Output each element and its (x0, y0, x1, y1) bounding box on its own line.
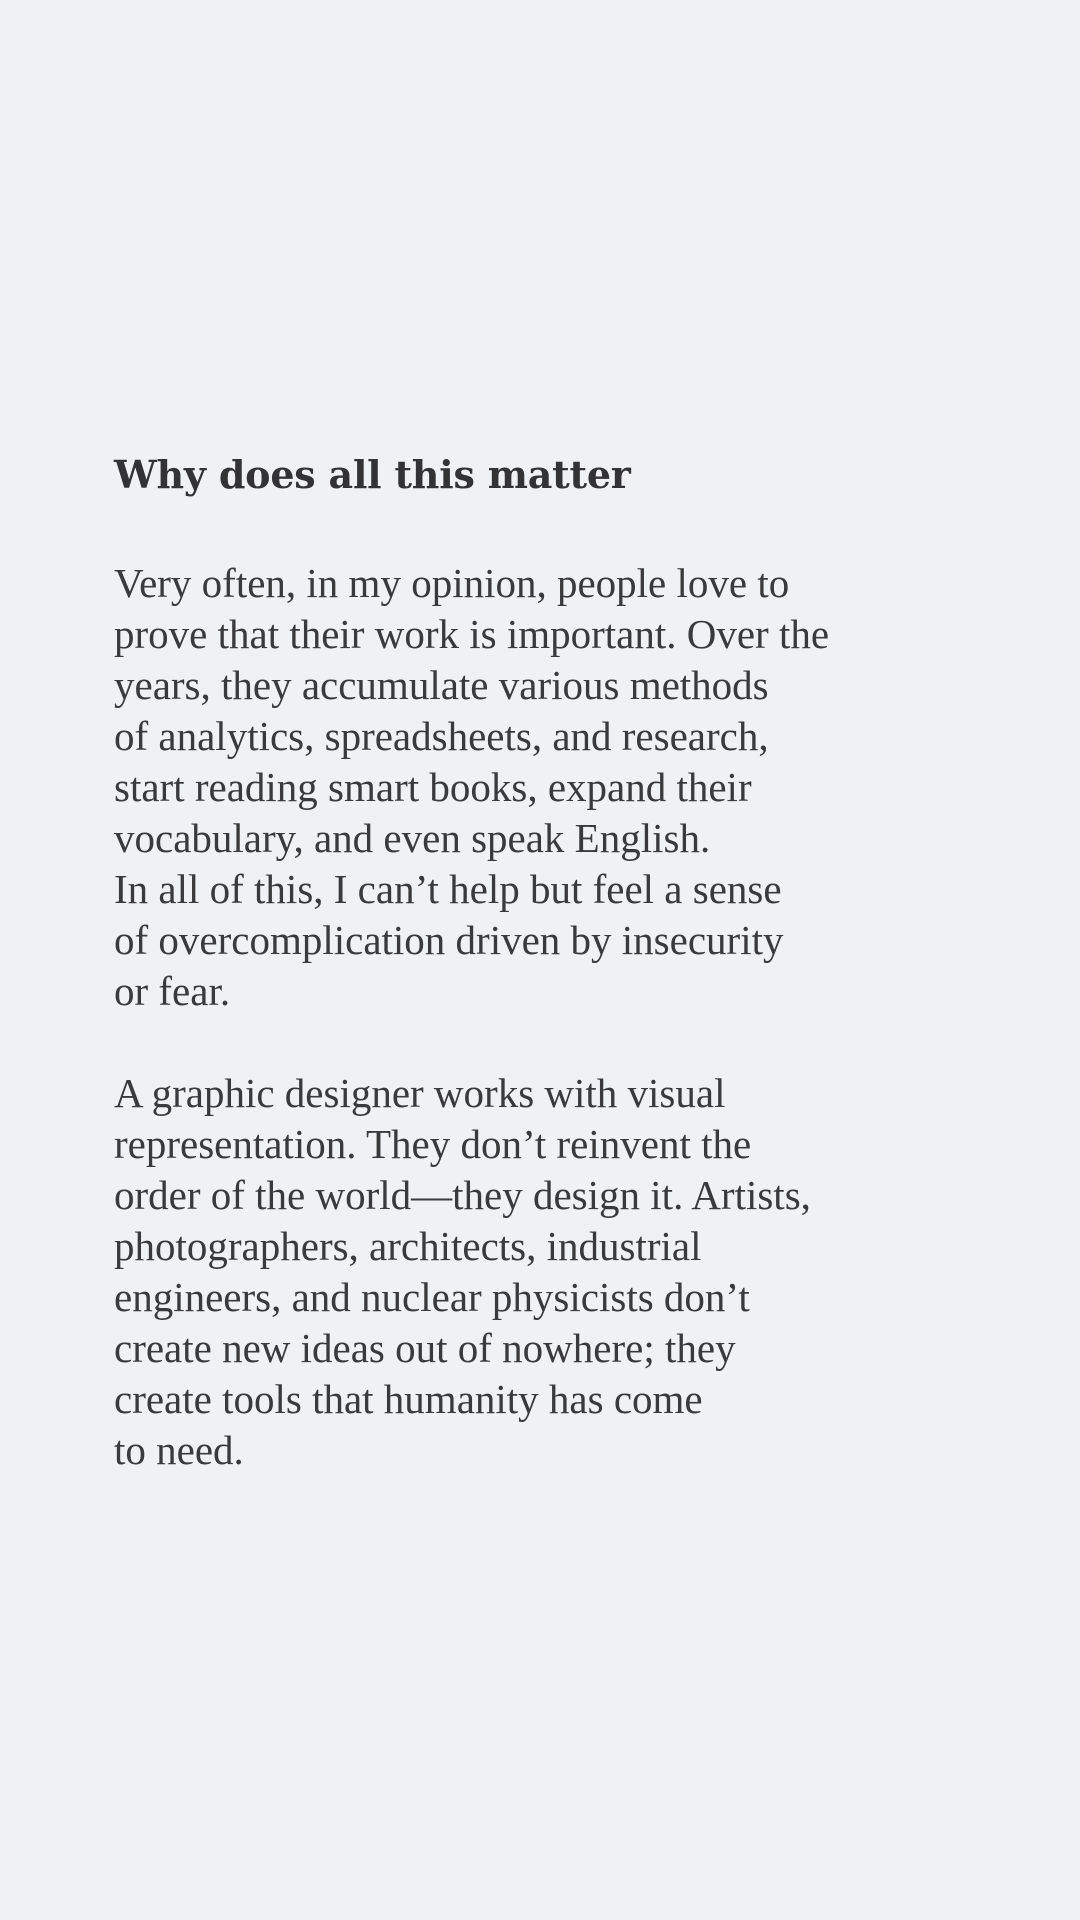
text-line: A graphic designer works with visual (114, 1070, 726, 1116)
text-line: prove that their work is important. Over… (114, 611, 830, 657)
paragraph-2: A graphic designer works with visual rep… (114, 1068, 1014, 1476)
paragraph-1: Very often, in my opinion, people love t… (114, 558, 1014, 1017)
text-line: engineers, and nuclear physicists don’t (114, 1274, 750, 1320)
text-line: of analytics, spreadsheets, and research… (114, 713, 769, 759)
text-line: vocabulary, and even speak English. (114, 815, 711, 861)
text-line: start reading smart books, expand their (114, 764, 752, 810)
article: Why does all this matter Very often, in … (114, 448, 1014, 1527)
text-line: create new ideas out of nowhere; they (114, 1325, 736, 1371)
text-line: representation. They don’t reinvent the (114, 1121, 752, 1167)
text-line: years, they accumulate various methods (114, 662, 769, 708)
article-heading: Why does all this matter (114, 452, 631, 497)
text-line: or fear. (114, 968, 231, 1014)
text-line: order of the world—they design it. Artis… (114, 1172, 811, 1218)
text-line: of overcomplication driven by insecurity (114, 917, 784, 963)
text-line: Very often, in my opinion, people love t… (114, 560, 790, 606)
text-line: photographers, architects, industrial (114, 1223, 702, 1269)
text-line: In all of this, I can’t help but feel a … (114, 866, 782, 912)
text-line: create tools that humanity has come (114, 1376, 703, 1422)
text-line: to need. (114, 1427, 244, 1473)
